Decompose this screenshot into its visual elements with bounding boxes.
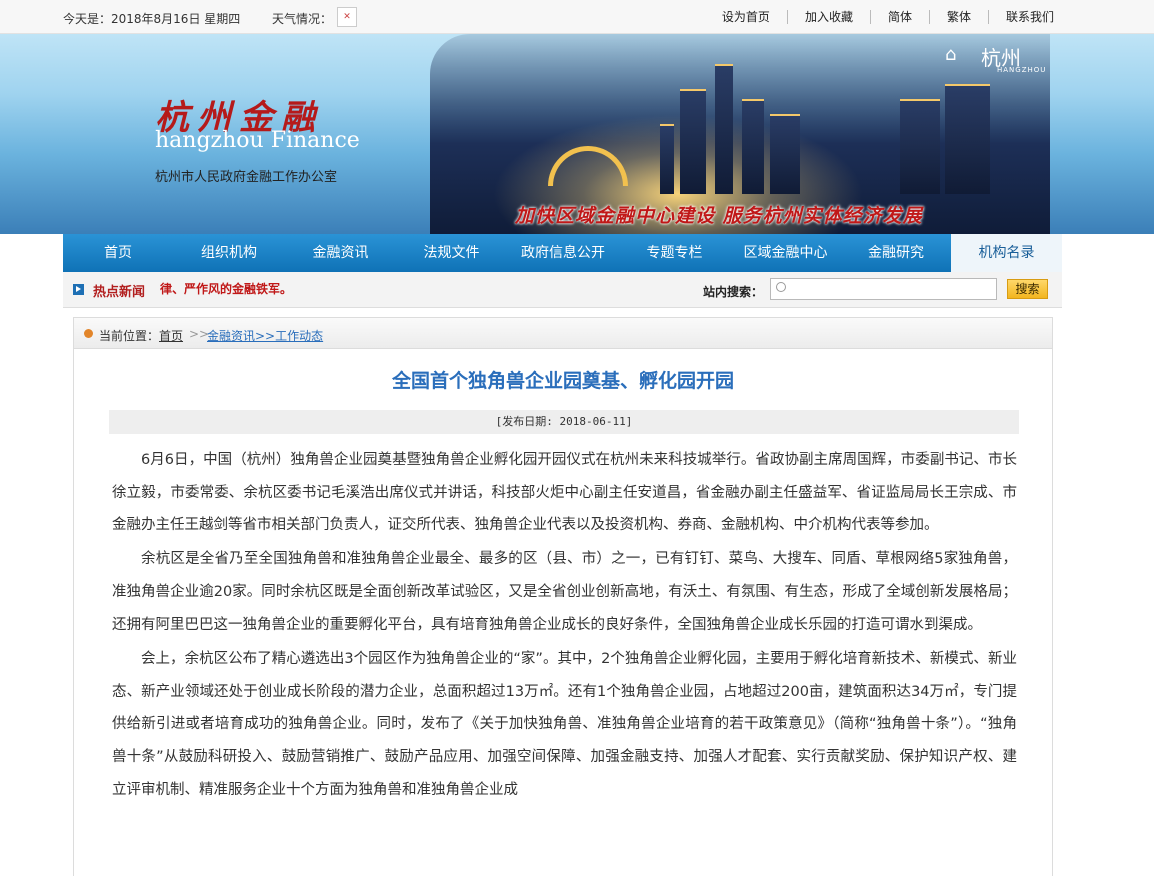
site-banner: 杭州金融 hangzhou Finance 杭州市人民政府金融工作办公室 加快区… xyxy=(0,34,1154,234)
article-paragraph: 6月6日，中国（杭州）独角兽企业园奠基暨独角兽企业孵化园开园仪式在杭州未来科技城… xyxy=(112,452,1017,534)
article-container: 当前位置： 首页 >> 金融资讯>>工作动态 全国首个独角兽企业园奠基、孵化园开… xyxy=(73,317,1053,876)
simplified-link[interactable]: 简体 xyxy=(871,10,930,24)
top-bar: 今天是：2018年8月16日 星期四 天气情况： ✕ 设为首页 加入收藏 简体 … xyxy=(0,0,1154,34)
nav-item-regional-center[interactable]: 区域金融中心 xyxy=(730,234,841,272)
current-date: 今天是：2018年8月16日 星期四 xyxy=(63,12,241,26)
play-arrow-icon xyxy=(73,284,84,295)
search-icon xyxy=(776,282,786,292)
nav-item-research[interactable]: 金融研究 xyxy=(841,234,951,272)
nav-item-gov-info[interactable]: 政府信息公开 xyxy=(507,234,619,272)
nav-item-regulations[interactable]: 法规文件 xyxy=(396,234,507,272)
breadcrumb: 当前位置： 首页 >> 金融资讯>>工作动态 xyxy=(74,318,1052,349)
article-paragraph: 会上，余杭区公布了精心遴选出3个园区作为独角兽企业的“家”。其中，2个独角兽企业… xyxy=(112,650,1017,798)
publish-date: [发布日期: 2018-06-11] xyxy=(109,410,1019,434)
hangzhou-mark-icon: ⌂ xyxy=(945,44,957,65)
site-search-label: 站内搜索： xyxy=(703,285,764,299)
hot-news-label: 热点新闻 xyxy=(93,285,146,300)
site-logo-english: hangzhou Finance xyxy=(155,128,360,153)
nav-item-organization[interactable]: 组织机构 xyxy=(173,234,285,272)
nav-item-directory[interactable]: 机构名录 xyxy=(951,234,1062,272)
banner-slogan: 加快区域金融中心建设 服务杭州实体经济发展 xyxy=(515,205,923,227)
site-search-input[interactable] xyxy=(770,278,997,300)
hangzhou-city-logo: ⌂ 杭州 HANGZHOU xyxy=(945,42,1057,76)
ring-building-icon xyxy=(548,146,628,186)
contact-link[interactable]: 联系我们 xyxy=(989,10,1054,24)
top-links: 设为首页 加入收藏 简体 繁体 联系我们 xyxy=(705,10,1054,24)
article-paragraph: 余杭区是全省乃至全国独角兽和准独角兽企业最全、最多的区（县、市）之一，已有钉钉、… xyxy=(112,551,1017,633)
breadcrumb-prefix: 当前位置： xyxy=(99,329,160,343)
breadcrumb-home-link[interactable]: 首页 xyxy=(159,327,183,344)
set-homepage-link[interactable]: 设为首页 xyxy=(705,10,788,24)
article-body: 6月6日，中国（杭州）独角兽企业园奠基暨独角兽企业孵化园开园仪式在杭州未来科技城… xyxy=(112,444,1017,808)
traditional-link[interactable]: 繁体 xyxy=(930,10,989,24)
site-logo-subtitle: 杭州市人民政府金融工作办公室 xyxy=(155,170,338,185)
add-favorite-link[interactable]: 加入收藏 xyxy=(788,10,871,24)
weather-label: 天气情况： xyxy=(272,12,333,26)
nav-item-special-topics[interactable]: 专题专栏 xyxy=(619,234,730,272)
hot-news-marquee[interactable]: 律、严作风的金融铁军。 xyxy=(160,280,320,297)
article-title: 全国首个独角兽企业园奠基、孵化园开园 xyxy=(391,370,734,392)
location-dot-icon xyxy=(84,329,93,338)
city-logo-english: HANGZHOU xyxy=(997,66,1047,74)
nav-item-home[interactable]: 首页 xyxy=(63,234,173,272)
weather-icon: ✕ xyxy=(337,7,357,27)
search-button[interactable]: 搜索 xyxy=(1007,279,1048,299)
breadcrumb-path-link[interactable]: 金融资讯>>工作动态 xyxy=(207,327,323,344)
nav-item-finance-news[interactable]: 金融资讯 xyxy=(285,234,396,272)
main-nav: 首页 组织机构 金融资讯 法规文件 政府信息公开 专题专栏 区域金融中心 金融研… xyxy=(63,234,1062,272)
hot-news-bar: 热点新闻 律、严作风的金融铁军。 站内搜索： 搜索 xyxy=(63,272,1062,308)
